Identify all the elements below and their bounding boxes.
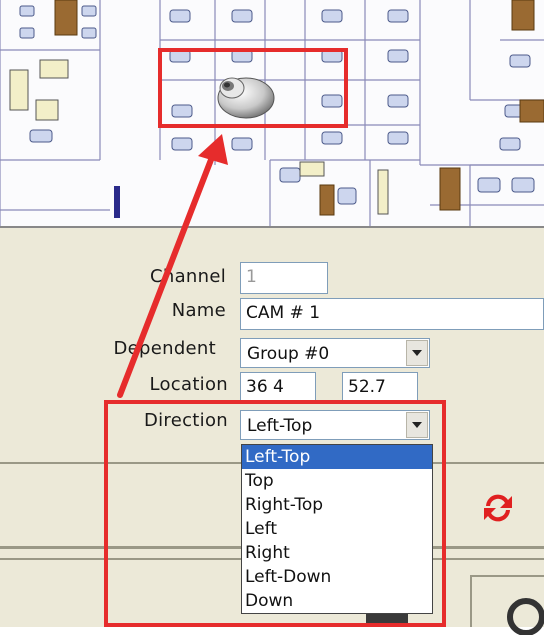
chevron-down-icon [412, 350, 422, 356]
name-field[interactable]: CAM # 1 [240, 298, 544, 330]
dependent-dropdown-button[interactable] [406, 340, 428, 366]
channel-field[interactable]: 1 [240, 262, 328, 294]
dependent-label: Dependent [113, 338, 216, 359]
dependent-value: Group #0 [247, 344, 330, 364]
floor-plan-map[interactable] [0, 0, 544, 228]
direction-highlight-box [104, 400, 446, 627]
refresh-arrows-icon[interactable] [478, 488, 518, 528]
dependent-combo[interactable]: Group #0 [240, 338, 430, 368]
channel-label: Channel [150, 266, 226, 287]
camera-highlight-box [158, 48, 348, 128]
tool-icon[interactable] [504, 595, 544, 635]
name-label: Name [171, 300, 226, 321]
location-label: Location [149, 374, 228, 395]
